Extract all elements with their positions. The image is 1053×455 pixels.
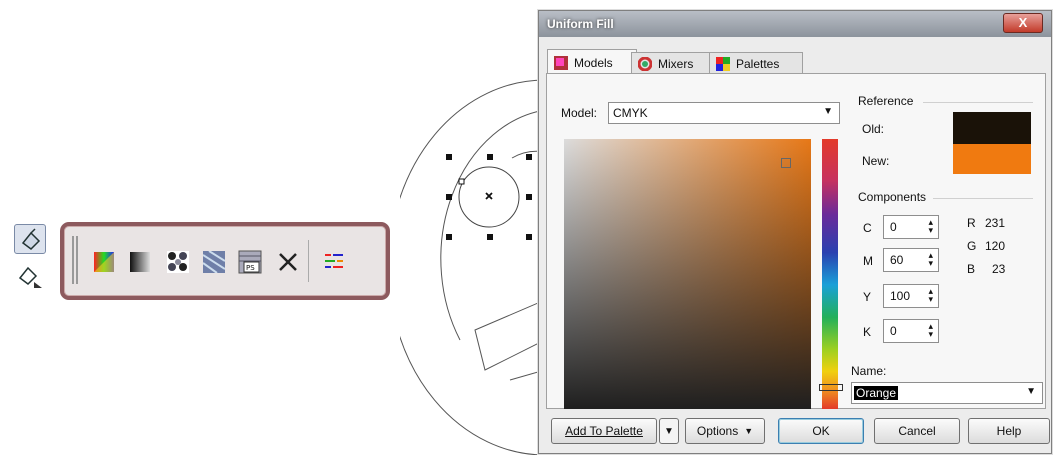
title-bar[interactable]: Uniform Fill X [539,11,1051,37]
toolbar-grip-2 [76,236,78,284]
spinner-icon[interactable]: ▴ ▾ [928,322,933,339]
name-label: Name: [851,364,887,378]
y-value: 100 [890,289,911,303]
toolbar-separator [308,240,309,282]
b-value: 23 [992,262,1006,276]
color-field[interactable] [564,139,811,409]
spinner-icon[interactable]: ▴ ▾ [928,251,933,268]
g-label: G [967,239,977,253]
outline-tool-icon[interactable] [14,260,44,288]
tab-mixers[interactable]: Mixers [631,52,715,74]
k-label: K [863,325,872,339]
tab-models[interactable]: Models [547,49,637,75]
chevron-down-icon: ▼ [664,425,674,437]
help-label: Help [996,424,1022,438]
palettes-icon [716,56,730,71]
texture-fill-icon[interactable] [200,248,228,276]
fill-tool-icon[interactable] [14,224,46,254]
models-panel: Model: CMYK ▼ Reference Old: New: Compon… [546,73,1046,409]
r-label: R [967,216,976,230]
chevron-down-icon: ▼ [744,426,754,436]
cancel-button[interactable]: Cancel [874,418,960,444]
models-icon [554,55,568,70]
color-docker-icon[interactable] [320,248,348,276]
c-input[interactable]: 0 ▴ ▾ [883,215,939,239]
reference-title: Reference [858,94,914,108]
spinner-icon[interactable]: ▴ ▾ [928,218,933,235]
name-value[interactable]: Orange [854,386,899,400]
fill-flyout-toolbar: PS [60,222,390,300]
toolbar-grip[interactable] [72,236,74,284]
reference-group-line [923,102,1033,103]
ok-button[interactable]: OK [778,418,864,444]
g-value: 120 [985,239,1006,253]
y-label: Y [863,290,872,304]
pattern-fill-icon[interactable] [164,248,192,276]
model-label: Model: [561,106,598,120]
tab-palettes-label: Palettes [736,56,780,71]
add-to-palette-dropdown[interactable]: ▼ [659,418,679,444]
old-color-swatch [953,112,1031,144]
y-input[interactable]: 100 ▴ ▾ [883,284,939,308]
postscript-fill-icon[interactable]: PS [236,248,264,276]
b-label: B [967,262,976,276]
r-value: 231 [985,216,1006,230]
c-value: 0 [890,220,897,234]
chevron-down-icon: ▼ [823,106,833,117]
model-select[interactable]: CMYK ▼ [608,102,840,124]
options-label: Options [696,424,739,438]
help-button[interactable]: Help [968,418,1050,444]
dialog-title: Uniform Fill [547,17,614,31]
k-input[interactable]: 0 ▴ ▾ [883,319,939,343]
old-label: Old: [862,122,885,136]
close-button[interactable]: X [1003,13,1043,33]
m-input[interactable]: 60 ▴ ▾ [883,248,939,272]
uniform-fill-dialog: Uniform Fill X Models Mixers Palettes Mo… [538,10,1052,454]
hue-slider[interactable] [822,139,838,409]
options-button[interactable]: Options ▼ [685,418,765,444]
postscript-label: PS [246,264,255,272]
new-label: New: [862,154,890,168]
add-to-palette-label: Add To Palette [565,424,643,438]
mixers-icon [638,56,652,71]
m-value: 60 [890,253,904,267]
tab-mixers-label: Mixers [658,56,694,71]
name-combobox[interactable]: Orange ▼ [851,382,1043,404]
m-label: M [863,254,873,268]
new-color-swatch [953,144,1031,174]
ok-label: OK [812,424,830,438]
canvas-drawing [400,79,545,455]
components-title: Components [858,190,927,204]
uniform-fill-icon[interactable] [90,248,118,276]
add-to-palette-button[interactable]: Add To Palette [551,418,657,444]
spinner-icon[interactable]: ▴ ▾ [928,287,933,304]
tab-palettes[interactable]: Palettes [709,52,803,74]
c-label: C [863,221,872,235]
k-value: 0 [890,324,897,338]
no-fill-icon[interactable] [274,248,302,276]
hue-slider-handle[interactable] [819,384,843,391]
model-value: CMYK [613,106,648,120]
components-group-line [933,198,1033,199]
chevron-down-icon[interactable]: ▼ [1026,386,1036,397]
tab-models-label: Models [574,55,613,70]
color-picker-marker[interactable] [781,158,791,168]
fountain-fill-icon[interactable] [126,248,154,276]
cancel-label: Cancel [898,424,936,438]
